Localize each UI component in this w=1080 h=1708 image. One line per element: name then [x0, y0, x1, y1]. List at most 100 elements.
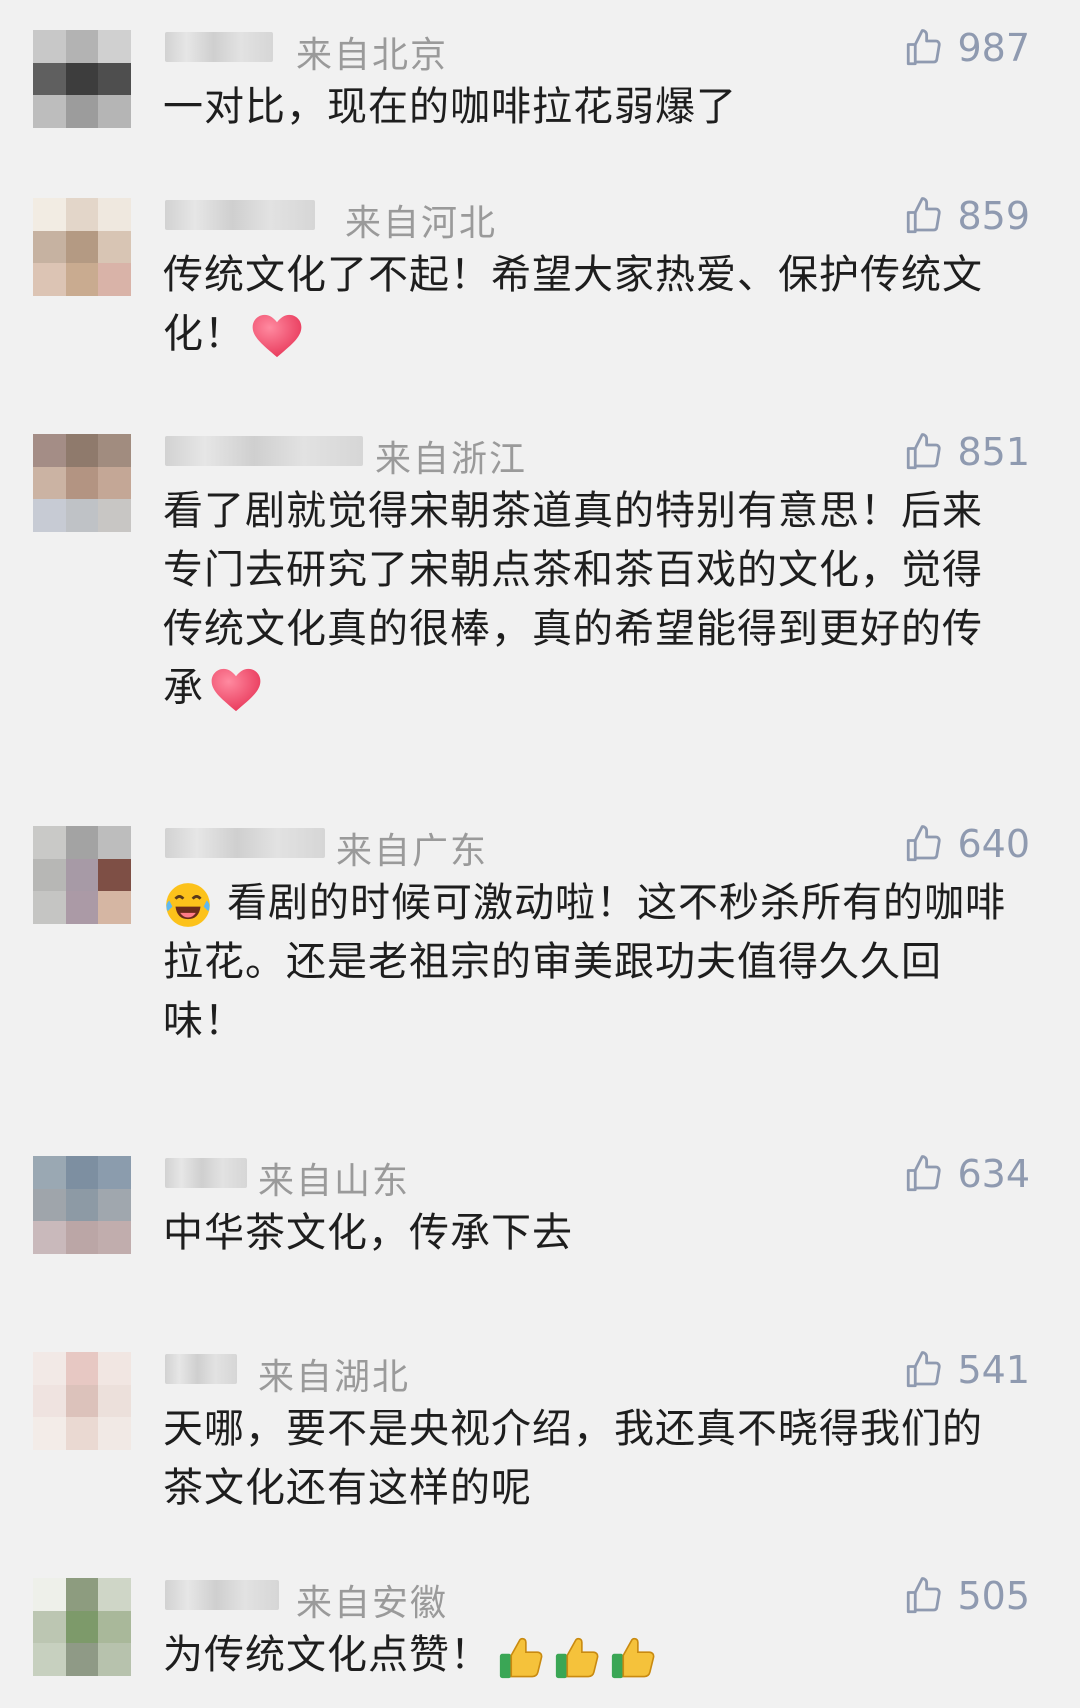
comment-text: 天哪，要不是央视介绍，我还真不晓得我们的茶文化还有这样的呢	[163, 1400, 1013, 1518]
avatar-pixel	[98, 62, 131, 96]
like-button[interactable]: 640	[903, 822, 1030, 866]
avatar-pixel	[33, 499, 66, 532]
thumbs-up-emoji-icon	[555, 1637, 599, 1679]
username-blurred[interactable]	[165, 436, 363, 466]
avatar-pixel	[33, 230, 66, 264]
laughing-tears-emoji-icon	[166, 883, 210, 927]
avatar-pixel	[33, 858, 66, 892]
avatar-pixel	[65, 95, 99, 128]
avatar[interactable]	[33, 1156, 131, 1254]
avatar-pixel	[98, 1352, 131, 1385]
avatar-pixel	[33, 434, 66, 467]
avatar-pixel	[98, 1221, 131, 1254]
username-blurred[interactable]	[165, 1580, 279, 1610]
thumbs-up-icon	[907, 825, 942, 862]
avatar[interactable]	[33, 30, 131, 128]
avatar-pixel	[33, 1221, 66, 1254]
like-count: 541	[957, 1348, 1030, 1392]
avatar-pixel	[33, 826, 66, 859]
comment-text-content: 看剧的时候可激动啦！这不秒杀所有的咖啡拉花。还是老祖宗的审美跟功夫值得久久回味！	[163, 880, 1006, 1044]
like-button[interactable]: 541	[903, 1348, 1030, 1392]
avatar-pixel	[33, 1352, 66, 1385]
avatar-pixel	[65, 263, 99, 296]
avatar-pixel	[98, 1417, 131, 1450]
avatar[interactable]	[33, 434, 131, 532]
like-count: 634	[957, 1152, 1030, 1196]
avatar-pixel	[33, 1643, 66, 1676]
avatar-pixel	[65, 858, 99, 892]
avatar-pixel	[33, 1384, 66, 1418]
avatar-pixel	[65, 434, 99, 467]
avatar-pixel	[65, 1156, 99, 1189]
comment-text-content: 中华茶文化，传承下去	[163, 1210, 573, 1256]
avatar-pixel	[98, 1384, 131, 1418]
username-blurred[interactable]	[165, 1354, 237, 1384]
username-blurred[interactable]	[165, 32, 273, 62]
avatar-pixel	[65, 499, 99, 532]
heart-emoji-icon	[252, 314, 302, 358]
comment-text: 中华茶文化，传承下去	[163, 1204, 1023, 1263]
comment-text-content: 一对比，现在的咖啡拉花弱爆了	[163, 84, 737, 130]
thumbs-up-icon	[907, 29, 942, 66]
avatar-pixel	[33, 30, 66, 63]
comment-text: 一对比，现在的咖啡拉花弱爆了	[163, 78, 1023, 137]
comment-text-content: 天哪，要不是央视介绍，我还真不晓得我们的茶文化还有这样的呢	[163, 1406, 983, 1511]
location-label: 来自安徽	[296, 1583, 449, 1624]
avatar-pixel	[33, 198, 66, 231]
like-button[interactable]: 851	[903, 430, 1030, 474]
avatar-pixel	[65, 466, 99, 500]
avatar-pixel	[65, 230, 99, 264]
avatar-pixel	[33, 1417, 66, 1450]
username-blurred[interactable]	[165, 1158, 247, 1188]
avatar-pixel	[65, 891, 99, 924]
avatar-pixel	[98, 1610, 131, 1644]
comment-text-content: 为传统文化点赞！	[163, 1632, 491, 1678]
like-button[interactable]: 634	[903, 1152, 1030, 1196]
like-button[interactable]: 987	[903, 26, 1030, 70]
avatar[interactable]	[33, 1578, 131, 1676]
like-count: 640	[957, 822, 1030, 866]
like-button[interactable]: 859	[903, 194, 1030, 238]
comment-text: 看剧的时候可激动啦！这不秒杀所有的咖啡拉花。还是老祖宗的审美跟功夫值得久久回味！	[163, 874, 1013, 1051]
avatar-pixel	[33, 95, 66, 128]
thumbs-up-icon	[907, 1155, 942, 1192]
thumbs-up-icon	[907, 1351, 942, 1388]
avatar-pixel	[98, 30, 131, 63]
like-count: 505	[957, 1574, 1030, 1618]
thumbs-up-emoji-icon	[499, 1637, 543, 1679]
location-label: 来自浙江	[375, 439, 528, 480]
avatar-pixel	[98, 466, 131, 500]
avatar-pixel	[33, 1188, 66, 1222]
thumbs-up-icon	[907, 433, 942, 470]
comment-text-content: 看了剧就觉得宋朝茶道真的特别有意思！后来专门去研究了宋朝点茶和茶百戏的文化，觉得…	[163, 488, 983, 711]
avatar-pixel	[98, 198, 131, 231]
location-label: 来自河北	[345, 203, 498, 244]
avatar-pixel	[33, 891, 66, 924]
avatar-pixel	[33, 62, 66, 96]
avatar-pixel	[98, 858, 131, 892]
avatar-pixel	[33, 1578, 66, 1611]
like-button[interactable]: 505	[903, 1574, 1030, 1618]
avatar[interactable]	[33, 826, 131, 924]
heart-emoji-icon	[211, 668, 261, 712]
thumbs-up-icon	[907, 1577, 942, 1614]
avatar[interactable]	[33, 1352, 131, 1450]
avatar-pixel	[98, 1643, 131, 1676]
avatar[interactable]	[33, 198, 131, 296]
location-label: 来自广东	[336, 831, 489, 872]
avatar-pixel	[98, 434, 131, 467]
like-count: 851	[957, 430, 1030, 474]
avatar-pixel	[98, 230, 131, 264]
comment-text: 为传统文化点赞！	[163, 1626, 1023, 1685]
like-count: 859	[957, 194, 1030, 238]
location-label: 来自北京	[296, 35, 449, 76]
avatar-pixel	[33, 1156, 66, 1189]
avatar-pixel	[33, 1610, 66, 1644]
avatar-pixel	[98, 826, 131, 859]
avatar-pixel	[65, 198, 99, 231]
avatar-pixel	[65, 1578, 99, 1611]
avatar-pixel	[98, 499, 131, 532]
username-blurred[interactable]	[165, 200, 315, 230]
avatar-pixel	[65, 30, 99, 63]
username-blurred[interactable]	[165, 828, 325, 858]
